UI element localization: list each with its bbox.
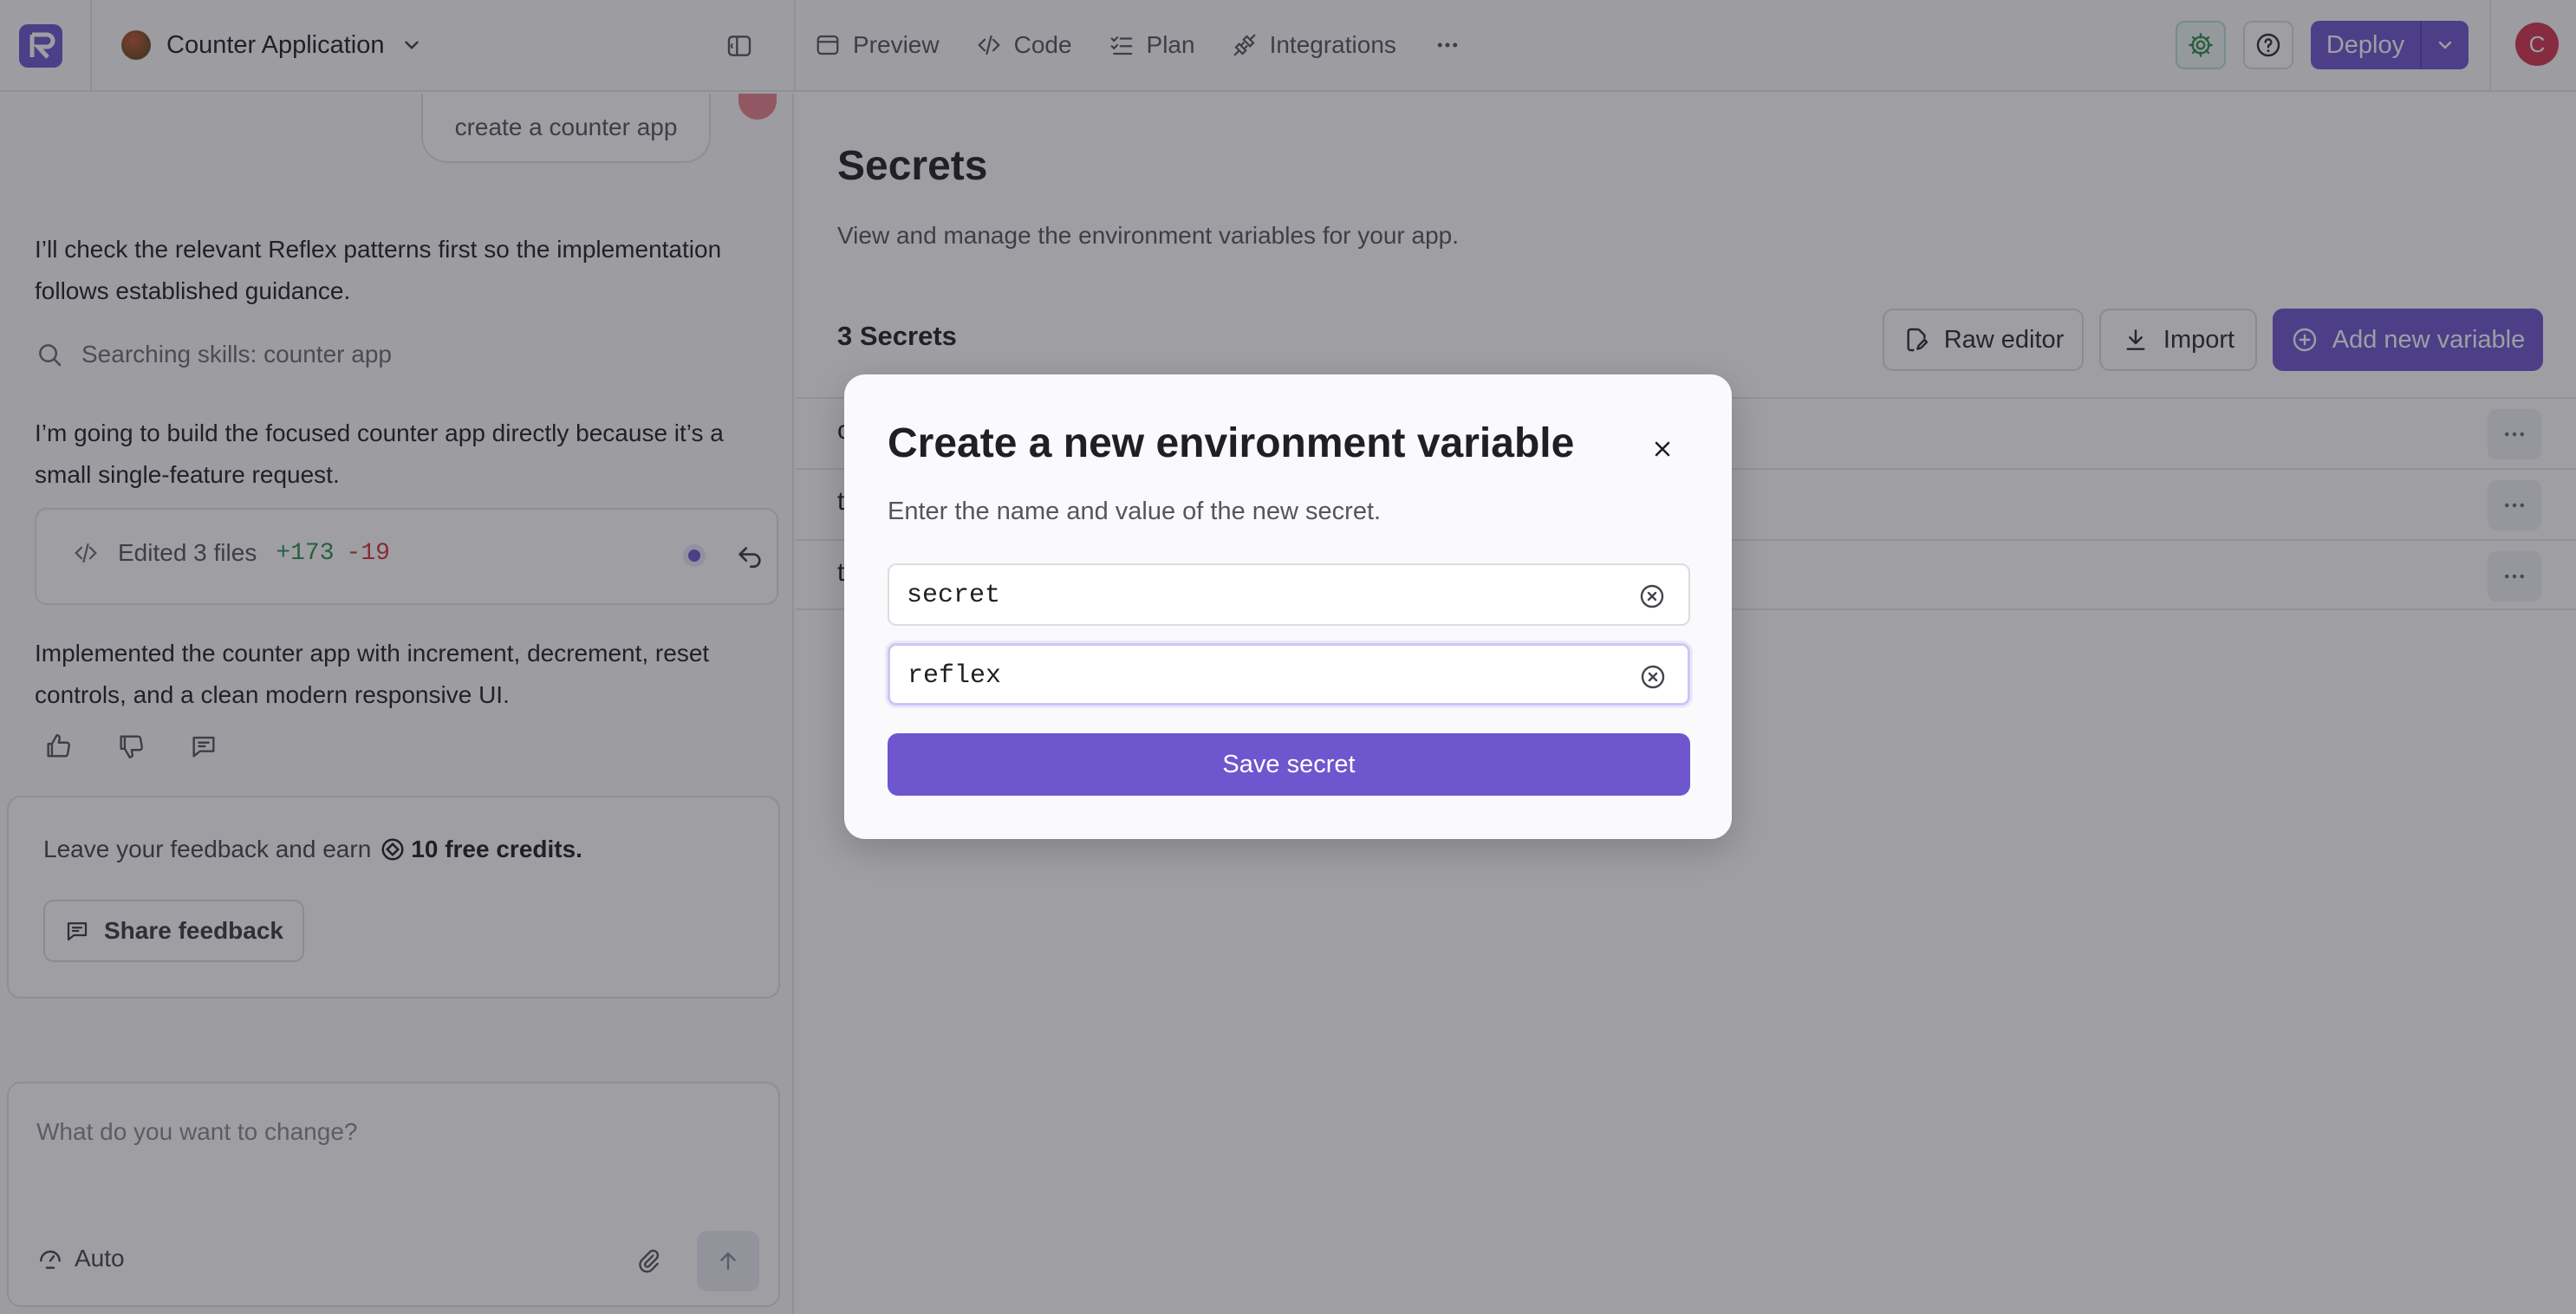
clear-icon[interactable] [1637, 661, 1669, 693]
create-variable-dialog: Create a new environment variable Enter … [844, 374, 1732, 839]
clear-icon[interactable] [1636, 581, 1668, 612]
secret-value-input[interactable] [907, 654, 1627, 698]
close-icon[interactable] [1643, 430, 1682, 468]
dialog-description: Enter the name and value of the new secr… [888, 498, 1382, 525]
dialog-title: Create a new environment variable [888, 420, 1575, 466]
secret-value-field [888, 643, 1690, 706]
save-secret-button[interactable]: Save secret [888, 733, 1690, 796]
secret-name-field [888, 563, 1690, 626]
secret-name-input[interactable] [907, 574, 1626, 617]
